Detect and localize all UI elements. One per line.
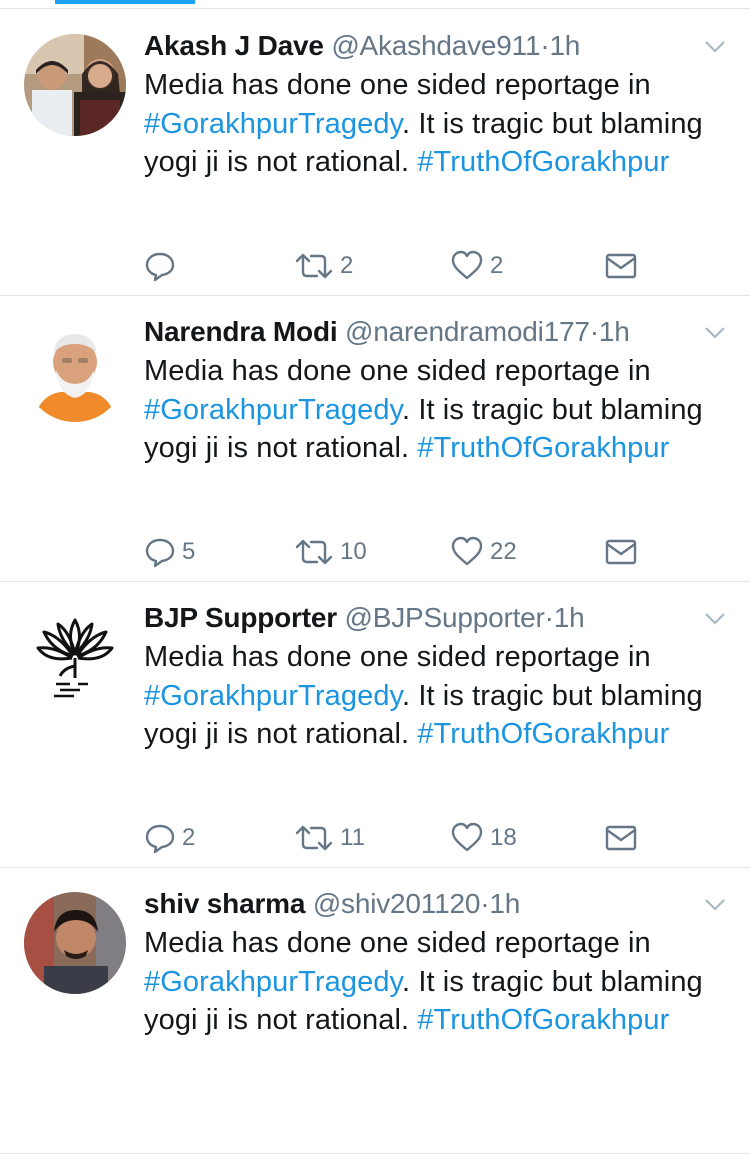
reply-icon [145,824,175,854]
retweet-button[interactable]: 2 [294,246,353,286]
display-name[interactable]: shiv sharma [144,888,305,919]
tweet-feed: Akash J Dave @Akashdave911·1h Media has … [0,10,750,1154]
retweet-count: 11 [340,824,365,851]
envelope-icon [605,253,637,279]
separator-dot: · [544,602,554,633]
heart-icon [451,822,483,852]
tweet-text: Media has done one sided reportage in #G… [144,66,734,182]
retweet-button[interactable]: 10 [294,532,367,572]
user-handle[interactable]: @shiv201120 [313,888,481,919]
chevron-down-icon[interactable] [704,898,726,912]
tweet-text-part: Media has done one sided reportage in [144,355,651,387]
avatar[interactable] [24,606,126,708]
reply-icon [145,538,175,568]
hashtag-link[interactable]: #GorakhpurTragedy [144,966,402,998]
reply-button[interactable] [144,246,182,286]
hashtag-link[interactable]: #TruthOfGorakhpur [417,432,669,464]
reply-count: 5 [182,538,196,565]
user-handle[interactable]: @narendramodi177 [345,316,590,347]
like-count: 22 [490,538,517,565]
user-handle[interactable]: @Akashdave911 [331,30,540,61]
avatar-photo-icon [24,34,126,136]
tweet[interactable]: BJP Supporter @BJPSupporter·1h Media has… [0,582,750,868]
reply-count: 2 [182,824,196,851]
envelope-icon [605,539,637,565]
tweet-text-part: Media has done one sided reportage in [144,641,651,673]
retweet-count: 10 [340,538,367,565]
timestamp: 1h [598,316,630,347]
active-tab-indicator [55,0,195,4]
tweet[interactable]: Narendra Modi @narendramodi177·1h Media … [0,296,750,582]
avatar[interactable] [24,34,126,136]
tweet-text: Media has done one sided reportage in #G… [144,924,734,1040]
top-tab-bar [0,0,750,9]
reply-button[interactable]: 5 [144,532,195,572]
envelope-icon [605,825,637,851]
tweet-text-part: Media has done one sided reportage in [144,927,651,959]
retweet-count: 2 [340,252,354,279]
like-count: 18 [490,824,517,851]
like-count: 2 [490,252,504,279]
reply-button[interactable]: 2 [144,818,195,858]
retweet-icon [295,825,333,851]
tweet-text: Media has done one sided reportage in #G… [144,638,734,754]
retweet-icon [295,539,333,565]
chevron-down-icon[interactable] [704,612,726,626]
timestamp: 1h [549,30,581,61]
tweet-actions: 5 10 22 [144,532,734,572]
display-name[interactable]: BJP Supporter [144,602,337,633]
tweet[interactable]: Akash J Dave @Akashdave911·1h Media has … [0,10,750,296]
hashtag-link[interactable]: #TruthOfGorakhpur [417,146,669,178]
hashtag-link[interactable]: #TruthOfGorakhpur [417,1004,669,1036]
tweet[interactable]: shiv sharma @shiv201120·1h Media has don… [0,868,750,1154]
tweet-text: Media has done one sided reportage in #G… [144,352,734,468]
tweet-text-part: Media has done one sided reportage in [144,69,651,101]
separator-dot: · [589,316,599,347]
lotus-logo-icon [24,606,126,708]
tweet-actions: 2 11 18 [144,818,734,858]
timestamp: 1h [489,888,521,919]
chevron-down-icon[interactable] [704,326,726,340]
retweet-icon [295,253,333,279]
avatar[interactable] [24,892,126,994]
heart-icon [451,536,483,566]
chevron-down-icon[interactable] [704,40,726,54]
avatar-photo-icon [24,892,126,994]
direct-message-button[interactable] [604,246,638,286]
display-name[interactable]: Akash J Dave [144,30,324,61]
hashtag-link[interactable]: #GorakhpurTragedy [144,394,402,426]
hashtag-link[interactable]: #GorakhpurTragedy [144,680,402,712]
hashtag-link[interactable]: #TruthOfGorakhpur [417,718,669,750]
direct-message-button[interactable] [604,532,638,572]
hashtag-link[interactable]: #GorakhpurTragedy [144,108,402,140]
separator-dot: · [480,888,490,919]
reply-icon [145,252,175,282]
heart-icon [451,250,483,280]
avatar-photo-icon [24,320,126,422]
avatar[interactable] [24,320,126,422]
display-name[interactable]: Narendra Modi [144,316,338,347]
like-button[interactable]: 18 [450,818,517,858]
timestamp: 1h [553,602,585,633]
like-button[interactable]: 22 [450,532,517,572]
tweet-actions: 2 2 [144,246,734,286]
direct-message-button[interactable] [604,818,638,858]
like-button[interactable]: 2 [450,246,503,286]
user-handle[interactable]: @BJPSupporter [345,602,545,633]
retweet-button[interactable]: 11 [294,818,365,858]
